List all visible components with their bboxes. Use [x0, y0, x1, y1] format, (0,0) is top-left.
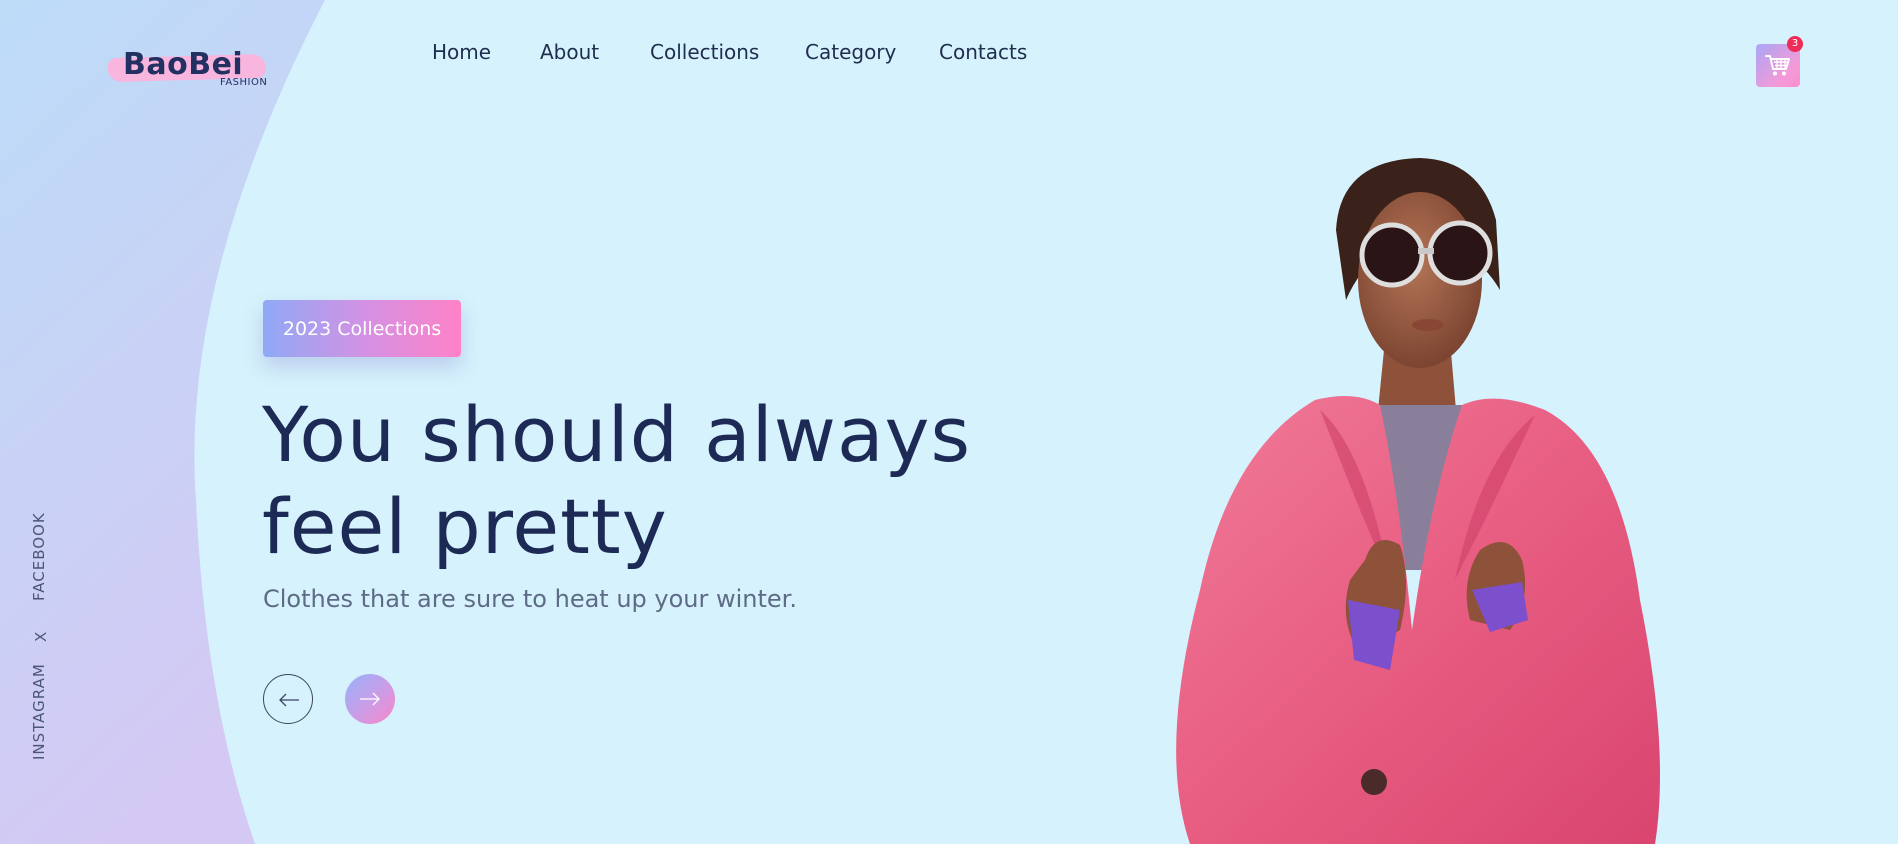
hero-subtitle: Clothes that are sure to heat up your wi… [263, 585, 797, 613]
previous-slide-button[interactable] [263, 674, 313, 724]
hero-headline-line-1: You should always [262, 390, 972, 479]
arrow-left-icon [279, 693, 299, 707]
social-separator: X [32, 630, 50, 642]
social-link-instagram[interactable]: INSTAGRAM [30, 663, 48, 760]
brand-logo[interactable]: BaoBei FASHION [106, 46, 276, 94]
arrow-right-icon [360, 692, 380, 706]
cart-count-badge: 3 [1787, 36, 1803, 52]
cart-icon [1765, 55, 1790, 76]
hero-headline-line-2: feel pretty [262, 482, 668, 571]
nav-item-contacts[interactable]: Contacts [939, 40, 1027, 64]
nav-item-home[interactable]: Home [432, 40, 491, 64]
social-link-facebook[interactable]: FACEBOOK [30, 512, 48, 601]
nav-item-about[interactable]: About [540, 40, 599, 64]
fashion-model-image [1176, 158, 1660, 844]
brand-tagline: FASHION [220, 77, 268, 88]
nav-item-category[interactable]: Category [805, 40, 896, 64]
hero-headline: You should always feel pretty [262, 389, 971, 573]
nav-item-collections[interactable]: Collections [650, 40, 759, 64]
collections-badge-button[interactable]: 2023 Collections [263, 300, 461, 357]
next-slide-button[interactable] [345, 674, 395, 724]
